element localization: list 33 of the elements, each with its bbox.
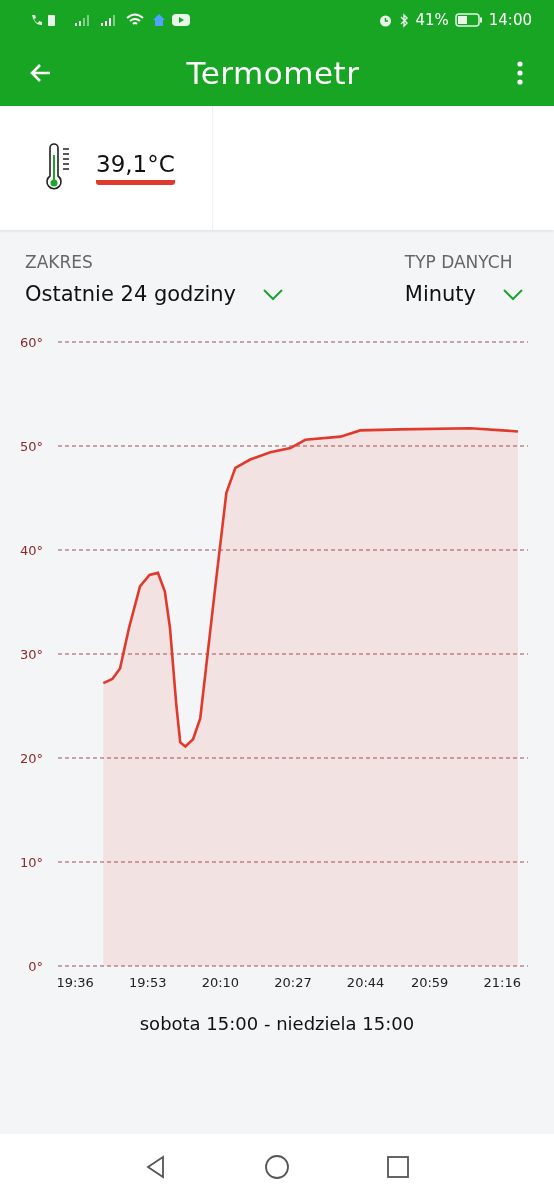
y-axis-label: 30° — [19, 647, 43, 662]
filter-label: ZAKRES — [25, 252, 94, 272]
home-icon — [152, 13, 166, 27]
window-title: Termometr — [185, 55, 361, 91]
y-axis-label: 40° — [19, 543, 43, 558]
chevron-down-icon — [502, 287, 524, 301]
home-nav-icon[interactable] — [264, 1154, 290, 1180]
y-axis-label: 60° — [19, 335, 43, 350]
clock: 14:00 — [488, 11, 532, 29]
date-range-text: sobota 15:00 - niedziela 15:00 — [138, 1013, 416, 1036]
filter-label: TYP DANYCH — [404, 252, 513, 272]
y-axis-label: 20° — [19, 751, 43, 766]
more-menu-button[interactable] — [516, 60, 524, 86]
y-axis-label: 50° — [19, 439, 43, 454]
x-axis-label: 20:59 — [410, 975, 449, 990]
x-axis-label: 19:53 — [129, 975, 167, 990]
bluetooth-icon — [399, 12, 410, 28]
wifi-icon — [126, 13, 146, 27]
x-axis-label: 20:10 — [201, 975, 240, 990]
y-axis-label: 10° — [19, 855, 43, 870]
play-icon — [172, 13, 190, 27]
y-axis-label: 0° — [28, 959, 43, 974]
dropdown[interactable]: Ostatnie 24 godziny — [25, 282, 285, 306]
chevron-down-icon — [262, 287, 285, 301]
temperature-reading: 39,1°C — [96, 151, 175, 185]
x-axis-label: 20:44 — [346, 975, 385, 990]
x-axis-label: 20:27 — [274, 975, 312, 990]
battery-icon — [454, 13, 483, 27]
dropdown[interactable]: Minuty — [404, 282, 524, 306]
x-axis-label: 21:16 — [483, 975, 522, 990]
x-axis-label: 19:36 — [56, 975, 94, 990]
recents-nav-icon[interactable] — [386, 1155, 410, 1179]
battery-percent: 41% — [415, 11, 449, 29]
